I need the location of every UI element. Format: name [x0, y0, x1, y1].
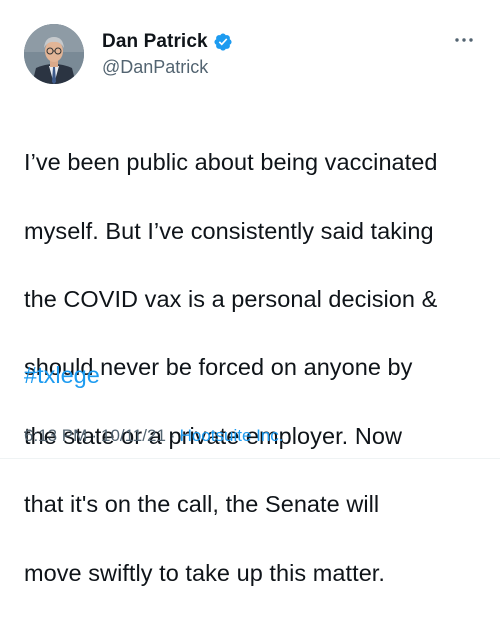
author-display-name[interactable]: Dan Patrick [102, 31, 208, 53]
hashtag-link[interactable]: #txlege [24, 358, 100, 392]
tweet-text-line: move swiftly to take up this matter. [24, 559, 385, 586]
more-options-icon[interactable] [452, 30, 476, 50]
author-name-row[interactable]: Dan Patrick [102, 31, 233, 53]
tweet-meta: 6:13 PM · 10/11/21 · Hootsuite Inc. [24, 426, 284, 446]
tweet-date[interactable]: 10/11/21 [101, 426, 166, 446]
divider [0, 458, 500, 459]
meta-separator: · [169, 426, 176, 445]
author-handle[interactable]: @DanPatrick [102, 57, 208, 78]
tweet-card: Dan Patrick @DanPatrick I’ve been public… [0, 0, 500, 586]
verified-badge-icon [213, 32, 233, 52]
tweet-text-line: myself. But I’ve consistently said takin… [24, 217, 434, 244]
tweet-text-line: the COVID vax is a personal decision & [24, 286, 438, 313]
tweet-text-line: that it's on the call, the Senate will [24, 491, 380, 518]
tweet-text-line: I’ve been public about being vaccinated [24, 149, 438, 176]
avatar[interactable] [24, 24, 84, 84]
tweet-time[interactable]: 6:13 PM [24, 426, 87, 446]
meta-separator: · [91, 426, 97, 445]
avatar-photo [24, 24, 84, 84]
tweet-source-link[interactable]: Hootsuite Inc. [180, 426, 284, 446]
